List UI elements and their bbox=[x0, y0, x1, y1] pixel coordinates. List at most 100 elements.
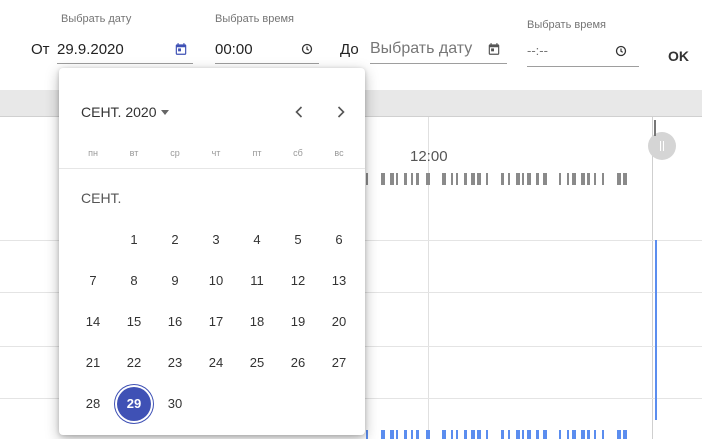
calendar-day[interactable]: 2 bbox=[158, 223, 192, 257]
from-time-field[interactable]: 00:00 bbox=[215, 32, 319, 64]
activity-tick bbox=[451, 173, 453, 185]
calendar-day[interactable]: 26 bbox=[281, 346, 315, 380]
calendar-day[interactable]: 8 bbox=[117, 264, 151, 298]
calendar-day[interactable]: 12 bbox=[281, 264, 315, 298]
calendar-day[interactable]: 13 bbox=[322, 264, 356, 298]
activity-tick bbox=[404, 173, 407, 185]
activity-bar bbox=[623, 430, 627, 439]
timeline-range-handle[interactable] bbox=[648, 132, 676, 160]
activity-tick bbox=[426, 173, 430, 185]
activity-tick bbox=[567, 173, 569, 185]
activity-tick bbox=[559, 173, 561, 185]
calendar-day[interactable]: 15 bbox=[117, 305, 151, 339]
weekday-label: вс bbox=[334, 148, 344, 158]
from-date-field[interactable]: 29.9.2020 bbox=[57, 32, 193, 64]
to-word: До bbox=[340, 41, 359, 58]
weekday-label: сб bbox=[293, 148, 303, 158]
activity-bar bbox=[451, 430, 453, 439]
activity-bar bbox=[522, 430, 524, 439]
calendar-day[interactable]: 16 bbox=[158, 305, 192, 339]
range-marker bbox=[654, 120, 656, 136]
calendar-day[interactable]: 7 bbox=[76, 264, 110, 298]
weekday-label: пн bbox=[88, 148, 98, 158]
calendar-day[interactable]: 18 bbox=[240, 305, 274, 339]
calendar-day[interactable]: 14 bbox=[76, 305, 110, 339]
calendar-day[interactable]: 30 bbox=[158, 387, 192, 421]
activity-bar bbox=[617, 430, 621, 439]
activity-bar bbox=[381, 430, 385, 439]
activity-bar bbox=[559, 430, 561, 439]
activity-tick bbox=[623, 173, 627, 185]
calendar-day[interactable]: 23 bbox=[158, 346, 192, 380]
calendar-icon[interactable] bbox=[487, 42, 501, 56]
calendar-day[interactable]: 9 bbox=[158, 264, 192, 298]
calendar-day[interactable]: 22 bbox=[117, 346, 151, 380]
chevron-right-icon[interactable] bbox=[329, 100, 353, 124]
event-spike bbox=[655, 240, 657, 420]
chevron-left-icon[interactable] bbox=[287, 100, 311, 124]
activity-tick bbox=[456, 173, 458, 185]
from-date-value: 29.9.2020 bbox=[57, 41, 124, 58]
clock-icon[interactable] bbox=[301, 43, 313, 55]
calendar-day-selected[interactable]: 29 bbox=[117, 387, 151, 421]
activity-tick bbox=[527, 173, 531, 185]
activity-tick bbox=[508, 173, 510, 185]
from-time-value: 00:00 bbox=[215, 41, 253, 58]
from-date-label: Выбрать дату bbox=[61, 13, 132, 25]
activity-bar bbox=[508, 430, 510, 439]
activity-tick bbox=[572, 173, 576, 185]
date-picker-popup: СЕНТ. 2020 пн вт ср чт пт сб вс СЕНТ. 12345678… bbox=[59, 68, 365, 435]
activity-tick bbox=[594, 173, 596, 185]
calendar-day[interactable]: 19 bbox=[281, 305, 315, 339]
activity-tick bbox=[390, 173, 394, 185]
calendar-day[interactable]: 24 bbox=[199, 346, 233, 380]
activity-bar bbox=[567, 430, 569, 439]
activity-bar bbox=[572, 430, 576, 439]
to-time-value: --:-- bbox=[527, 43, 548, 58]
calendar-day[interactable]: 4 bbox=[240, 223, 274, 257]
calendar-icon[interactable] bbox=[174, 42, 188, 56]
activity-bar bbox=[536, 430, 539, 439]
ok-button[interactable]: OK bbox=[668, 48, 689, 64]
calendar-day[interactable]: 10 bbox=[199, 264, 233, 298]
calendar-day[interactable]: 25 bbox=[240, 346, 274, 380]
month-year-selector[interactable]: СЕНТ. 2020 bbox=[81, 104, 170, 120]
activity-bar bbox=[527, 430, 531, 439]
activity-bar bbox=[426, 430, 430, 439]
activity-tick bbox=[516, 173, 520, 185]
activity-bar bbox=[516, 430, 520, 439]
calendar-day[interactable]: 28 bbox=[76, 387, 110, 421]
calendar-day[interactable]: 1 bbox=[117, 223, 151, 257]
activity-bar bbox=[602, 430, 604, 439]
activity-bar bbox=[587, 430, 590, 439]
to-date-placeholder: Выбрать дату bbox=[370, 40, 473, 57]
calendar-day[interactable]: 5 bbox=[281, 223, 315, 257]
calendar-divider bbox=[59, 168, 365, 169]
activity-tick bbox=[543, 173, 547, 185]
calendar-day[interactable]: 11 bbox=[240, 264, 274, 298]
activity-bar bbox=[366, 430, 368, 439]
calendar-day[interactable]: 3 bbox=[199, 223, 233, 257]
activity-tick bbox=[617, 173, 621, 185]
weekday-label: вт bbox=[129, 148, 139, 158]
calendar-day[interactable]: 6 bbox=[322, 223, 356, 257]
activity-bar bbox=[464, 430, 467, 439]
activity-tick bbox=[381, 173, 385, 185]
clock-icon[interactable] bbox=[615, 45, 627, 57]
activity-bar bbox=[471, 430, 475, 439]
from-time-label: Выбрать время bbox=[215, 13, 294, 25]
activity-tick bbox=[486, 173, 488, 185]
weekday-label: пт bbox=[252, 148, 262, 158]
activity-tick bbox=[501, 173, 504, 185]
to-date-field[interactable]: Выбрать дату bbox=[370, 32, 507, 64]
weekday-label: ср bbox=[170, 148, 180, 158]
calendar-day[interactable]: 27 bbox=[322, 346, 356, 380]
activity-tick bbox=[587, 173, 590, 185]
calendar-day[interactable]: 21 bbox=[76, 346, 110, 380]
activity-bar bbox=[594, 430, 596, 439]
calendar-day[interactable]: 20 bbox=[322, 305, 356, 339]
activity-tick bbox=[396, 173, 398, 185]
to-time-field[interactable]: --:-- bbox=[527, 35, 639, 67]
calendar-day[interactable]: 17 bbox=[199, 305, 233, 339]
activity-bar bbox=[411, 430, 413, 439]
